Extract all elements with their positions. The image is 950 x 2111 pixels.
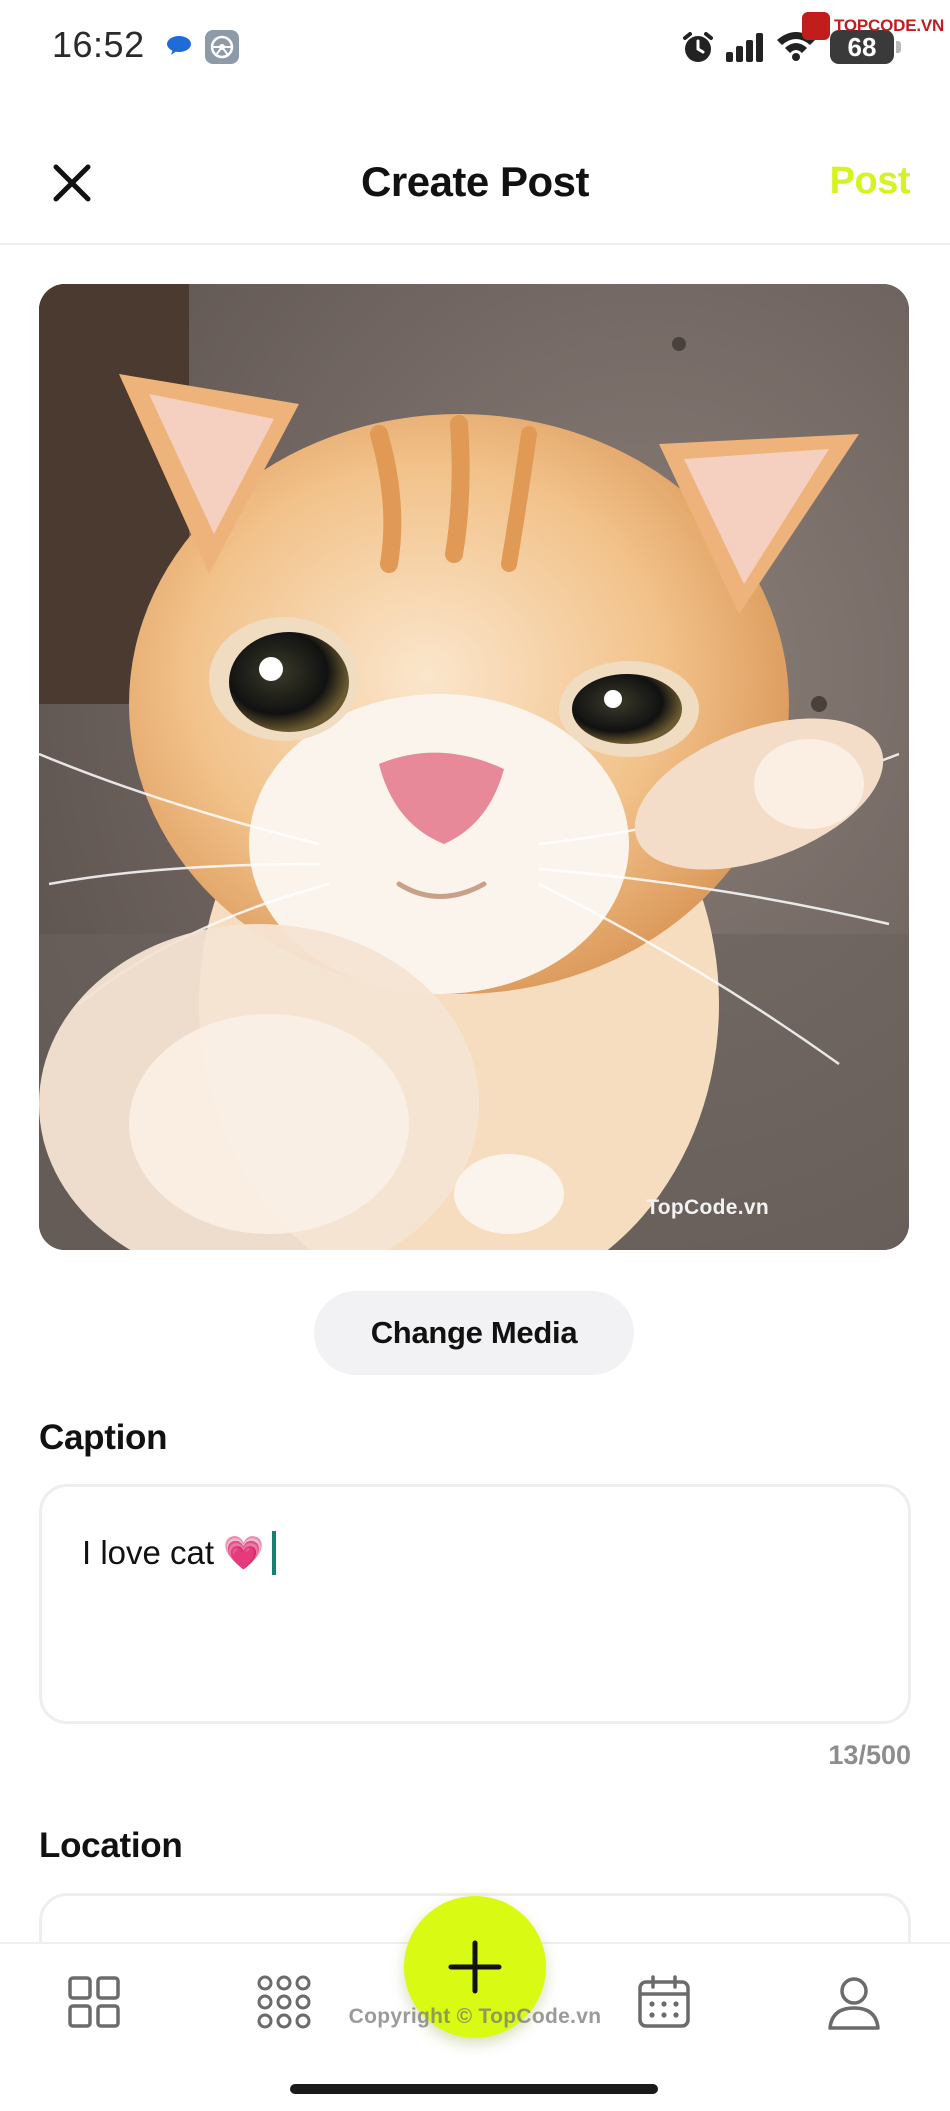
caption-value: I love cat 💗 — [82, 1533, 265, 1571]
create-post-screen: 16:52 68 TOPCODE.VN Create Post Post Top… — [0, 0, 950, 2111]
caption-label: Caption — [39, 1418, 168, 1457]
battery-tip — [896, 41, 901, 53]
plus-icon — [448, 1940, 502, 1994]
status-bar: 16:52 68 TOPCODE.VN — [0, 0, 950, 95]
app-icon — [205, 30, 239, 64]
copyright-watermark: Copyright © TopCode.vn — [348, 2005, 602, 2028]
caption-text-row: I love cat 💗 — [82, 1531, 277, 1575]
header: Create Post Post — [0, 120, 950, 245]
watermark-logo-icon — [802, 12, 830, 40]
caption-input[interactable]: I love cat 💗 — [39, 1484, 911, 1724]
status-time: 16:52 — [52, 24, 145, 65]
media-preview: TopCode.vn — [39, 284, 909, 1250]
page-title: Create Post — [361, 158, 589, 205]
watermark-text: TOPCODE.VN — [834, 16, 945, 35]
alarm-icon — [683, 32, 713, 62]
watermark-logo: TOPCODE.VN — [802, 10, 944, 42]
location-label: Location — [39, 1826, 183, 1865]
change-media-button[interactable]: Change Media — [314, 1291, 634, 1375]
post-button[interactable]: Post — [830, 160, 911, 203]
home-indicator[interactable] — [290, 2084, 658, 2094]
caption-character-count: 13/500 — [828, 1740, 911, 1770]
media-watermark: TopCode.vn — [646, 1196, 769, 1219]
text-cursor — [272, 1531, 277, 1575]
cat-photo — [39, 284, 909, 1250]
chat-bubble-icon — [167, 36, 191, 55]
cellular-signal-icon — [726, 33, 763, 62]
